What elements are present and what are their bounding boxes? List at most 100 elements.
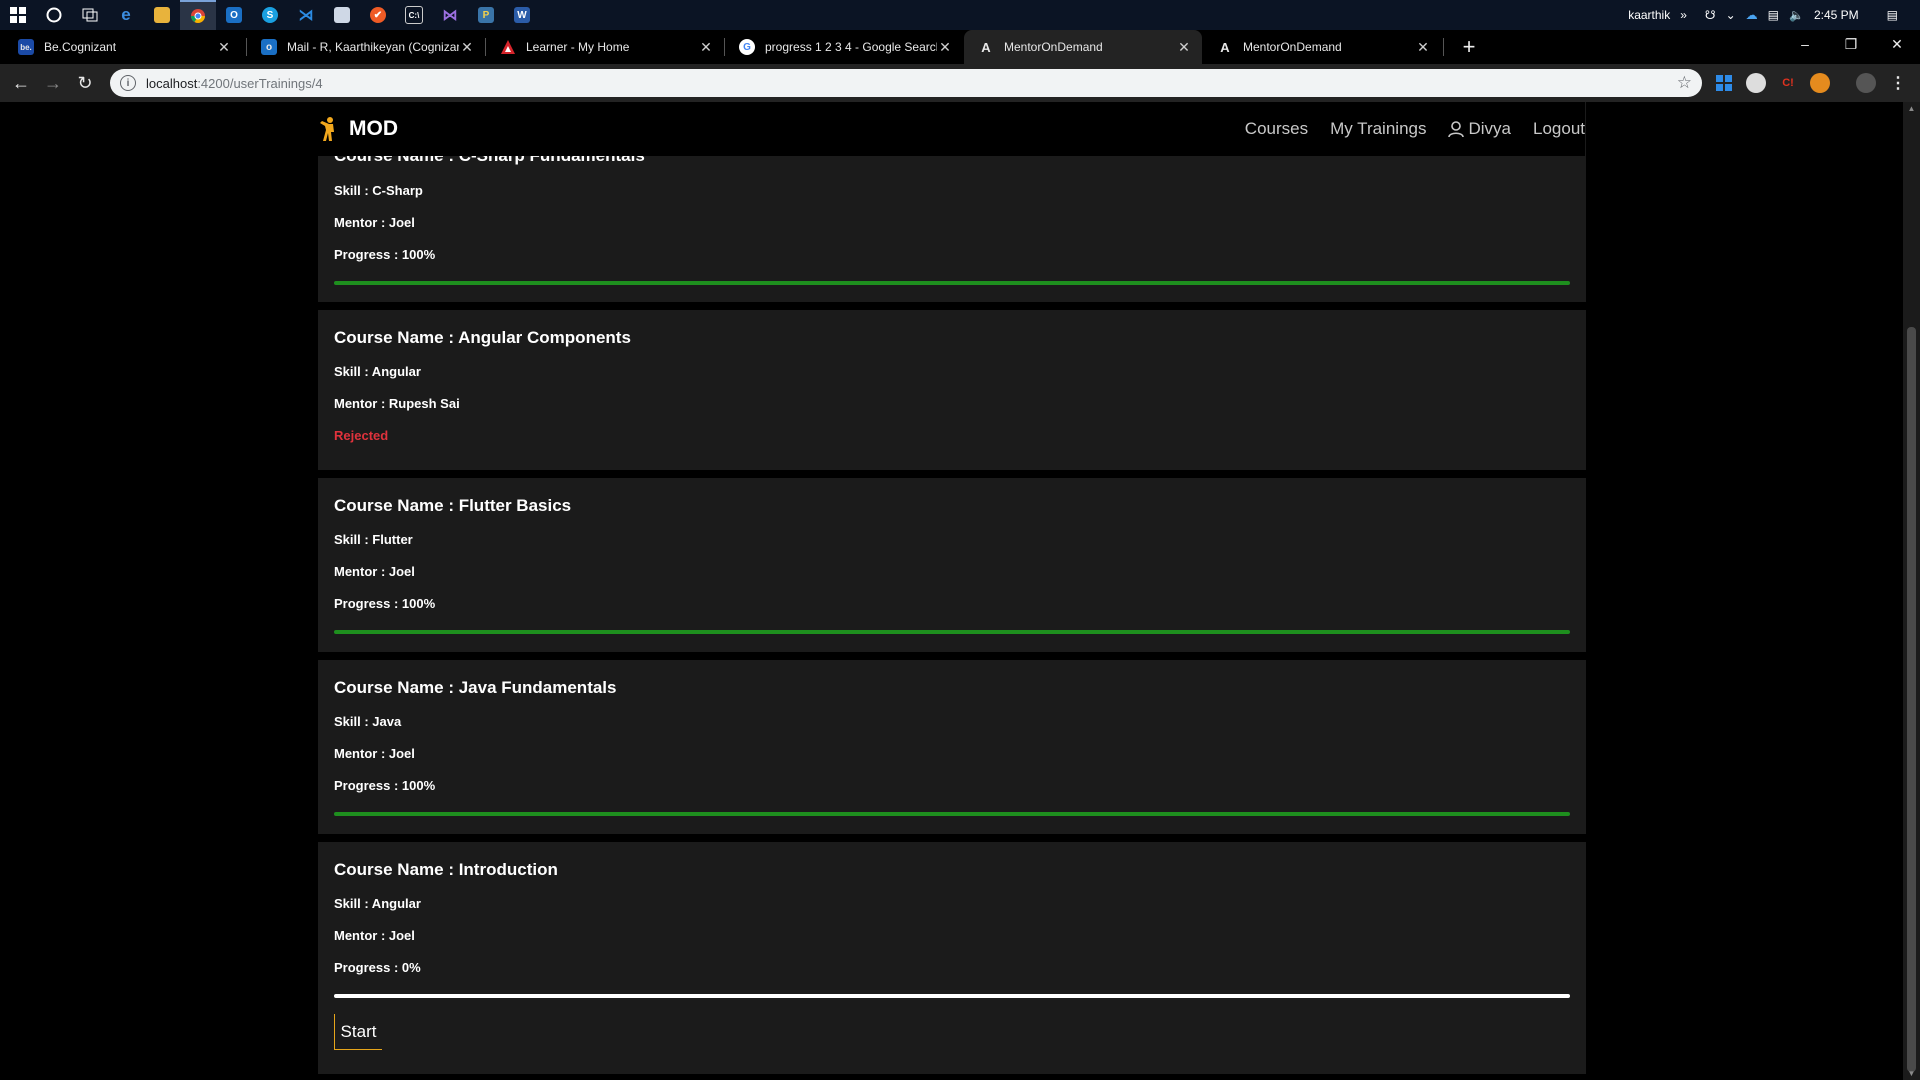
angular-favicon-icon: A (1220, 39, 1230, 55)
page-scrollbar[interactable]: ▲ ▼ (1903, 102, 1920, 1080)
chevron-up-icon[interactable]: ⌄ (1726, 8, 1736, 22)
mentor-text: Mentor : Rupesh Sai (334, 396, 460, 411)
restore-icon[interactable]: ❐ (1828, 30, 1874, 58)
vscode-icon[interactable]: ⋊ (288, 0, 324, 30)
nav-logout-link[interactable]: Logout (1533, 119, 1585, 139)
tab-be-cognizant[interactable]: be. Be.Cognizant ✕ (4, 30, 242, 64)
nav-links: Courses My Trainings Divya Logout (1223, 119, 1585, 139)
page-viewport: Course Name : C-Sharp Fundamentals Skill… (0, 102, 1903, 1080)
angular-favicon-icon: A (981, 39, 991, 55)
skype-icon[interactable]: S (252, 0, 288, 30)
more-menu-icon[interactable]: ⋮ (1888, 73, 1908, 93)
circle-extension-icon[interactable] (1746, 73, 1766, 93)
close-window-icon[interactable]: ✕ (1874, 30, 1920, 58)
forward-arrow-icon[interactable]: → (38, 68, 68, 98)
reload-icon[interactable]: ↻ (70, 68, 100, 98)
progress-bar (334, 812, 1570, 816)
notes-app-icon[interactable] (324, 0, 360, 30)
nav-user-link[interactable]: Divya (1448, 119, 1511, 139)
course-name: Course Name : Angular Components (334, 328, 631, 347)
mentor-logo-icon (320, 117, 334, 141)
scroll-down-arrow-icon[interactable]: ▼ (1907, 1069, 1916, 1078)
volume-icon[interactable]: 🔈 (1789, 8, 1804, 22)
address-bar[interactable]: i localhost:4200/userTrainings/4 ☆ (110, 69, 1702, 97)
tab-close-icon[interactable]: ✕ (216, 39, 232, 56)
terminal-icon[interactable]: C:\ (396, 0, 432, 30)
progress-bar (334, 281, 1570, 285)
progress-text: Progress : 100% (334, 778, 436, 793)
progress-bar-fill (334, 281, 1570, 285)
chrome-icon[interactable] (180, 0, 216, 30)
notifications-icon[interactable]: ▤ (1887, 8, 1898, 22)
windows-start-icon[interactable] (0, 0, 36, 30)
tab-mail[interactable]: o Mail - R, Kaarthikeyan (Cognizant ✕ (247, 30, 485, 64)
mentor-text: Mentor : Joel (334, 564, 415, 579)
skill-text: Skill : C-Sharp (334, 183, 423, 198)
rejected-status: Rejected (334, 428, 389, 443)
progress-text: Progress : 100% (334, 596, 436, 611)
file-explorer-icon[interactable] (144, 0, 180, 30)
google-favicon-icon: G (739, 39, 755, 55)
course-name: Course Name : Java Fundamentals (334, 678, 617, 697)
course-name: Course Name : Flutter Basics (334, 496, 572, 515)
tab-close-icon[interactable]: ✕ (937, 39, 953, 56)
minimize-icon[interactable]: – (1782, 30, 1828, 58)
tray-overflow[interactable]: » (1680, 8, 1687, 22)
progress-bar-fill (334, 630, 1570, 634)
tab-close-icon[interactable]: ✕ (1415, 39, 1431, 56)
tab-close-icon[interactable]: ✕ (459, 39, 475, 56)
windows-extension-icon[interactable] (1714, 73, 1734, 93)
browser-tab-strip: be. Be.Cognizant ✕ o Mail - R, Kaarthike… (0, 30, 1920, 64)
tab-mentorondemand[interactable]: A MentorOnDemand ✕ (1203, 30, 1441, 64)
tab-learner-home[interactable]: Learner - My Home ✕ (486, 30, 724, 64)
tab-close-icon[interactable]: ✕ (1176, 39, 1192, 56)
progress-bar-fill (334, 812, 1570, 816)
edge-browser-icon[interactable]: e (108, 0, 144, 30)
start-button[interactable]: Start (334, 1014, 382, 1050)
back-arrow-icon[interactable]: ← (6, 68, 36, 98)
address-url[interactable]: localhost:4200/userTrainings/4 (146, 76, 323, 91)
c-extension-icon[interactable]: C! (1778, 73, 1798, 93)
skill-text: Skill : Java (334, 714, 402, 729)
skill-text: Skill : Flutter (334, 532, 413, 547)
scrollbar-thumb[interactable] (1907, 327, 1916, 1072)
tab-title: MentorOnDemand (1004, 40, 1103, 54)
learner-favicon-icon (500, 39, 516, 55)
tab-mentorondemand-active[interactable]: A MentorOnDemand ✕ (964, 30, 1202, 64)
scroll-up-arrow-icon[interactable]: ▲ (1907, 104, 1916, 113)
training-card: Course Name : Introduction Skill : Angul… (318, 842, 1586, 1074)
task-view-icon[interactable] (72, 0, 108, 30)
site-info-icon[interactable]: i (120, 75, 136, 91)
outlook-icon[interactable]: O (216, 0, 252, 30)
cortana-search-icon[interactable] (36, 0, 72, 30)
visual-studio-icon[interactable]: ⋈ (432, 0, 468, 30)
user-icon (1448, 120, 1465, 137)
training-card: Course Name : Flutter Basics Skill : Flu… (318, 478, 1586, 652)
nav-my-trainings-link[interactable]: My Trainings (1330, 119, 1426, 139)
tab-google-search[interactable]: G progress 1 2 3 4 - Google Search ✕ (725, 30, 963, 64)
course-name: Course Name : Introduction (334, 860, 558, 879)
clock[interactable]: 2:45 PM (1814, 8, 1859, 22)
people-icon[interactable]: ☋ (1705, 8, 1716, 22)
onedrive-icon[interactable]: ☁ (1746, 8, 1758, 22)
tab-title: Be.Cognizant (44, 40, 117, 54)
word-icon[interactable]: W (504, 0, 540, 30)
brand[interactable]: MOD (317, 116, 398, 142)
python-icon[interactable]: P (468, 0, 504, 30)
profile-avatar[interactable] (1856, 73, 1876, 93)
skill-text: Skill : Angular (334, 364, 421, 379)
app-navbar: MOD Courses My Trainings Divya Logout (317, 102, 1585, 156)
brand-name: MOD (349, 117, 398, 140)
postman-icon[interactable]: ✔ (360, 0, 396, 30)
tab-close-icon[interactable]: ✕ (698, 39, 714, 56)
new-tab-plus-icon[interactable]: + (1452, 30, 1486, 64)
mentor-text: Mentor : Joel (334, 928, 415, 943)
nav-courses-link[interactable]: Courses (1245, 119, 1308, 139)
cookie-extension-icon[interactable] (1810, 73, 1830, 93)
network-icon[interactable]: ▤ (1768, 8, 1779, 22)
windows-taskbar: e O S ⋊ ✔ C:\ ⋈ P W kaarthik » ☋ ⌄ ☁ ▤ 🔈… (0, 0, 1920, 30)
mentor-text: Mentor : Joel (334, 215, 415, 230)
tab-title: progress 1 2 3 4 - Google Search (765, 40, 937, 54)
bookmark-star-icon[interactable]: ☆ (1677, 73, 1692, 93)
tray-user: kaarthik (1628, 8, 1671, 22)
